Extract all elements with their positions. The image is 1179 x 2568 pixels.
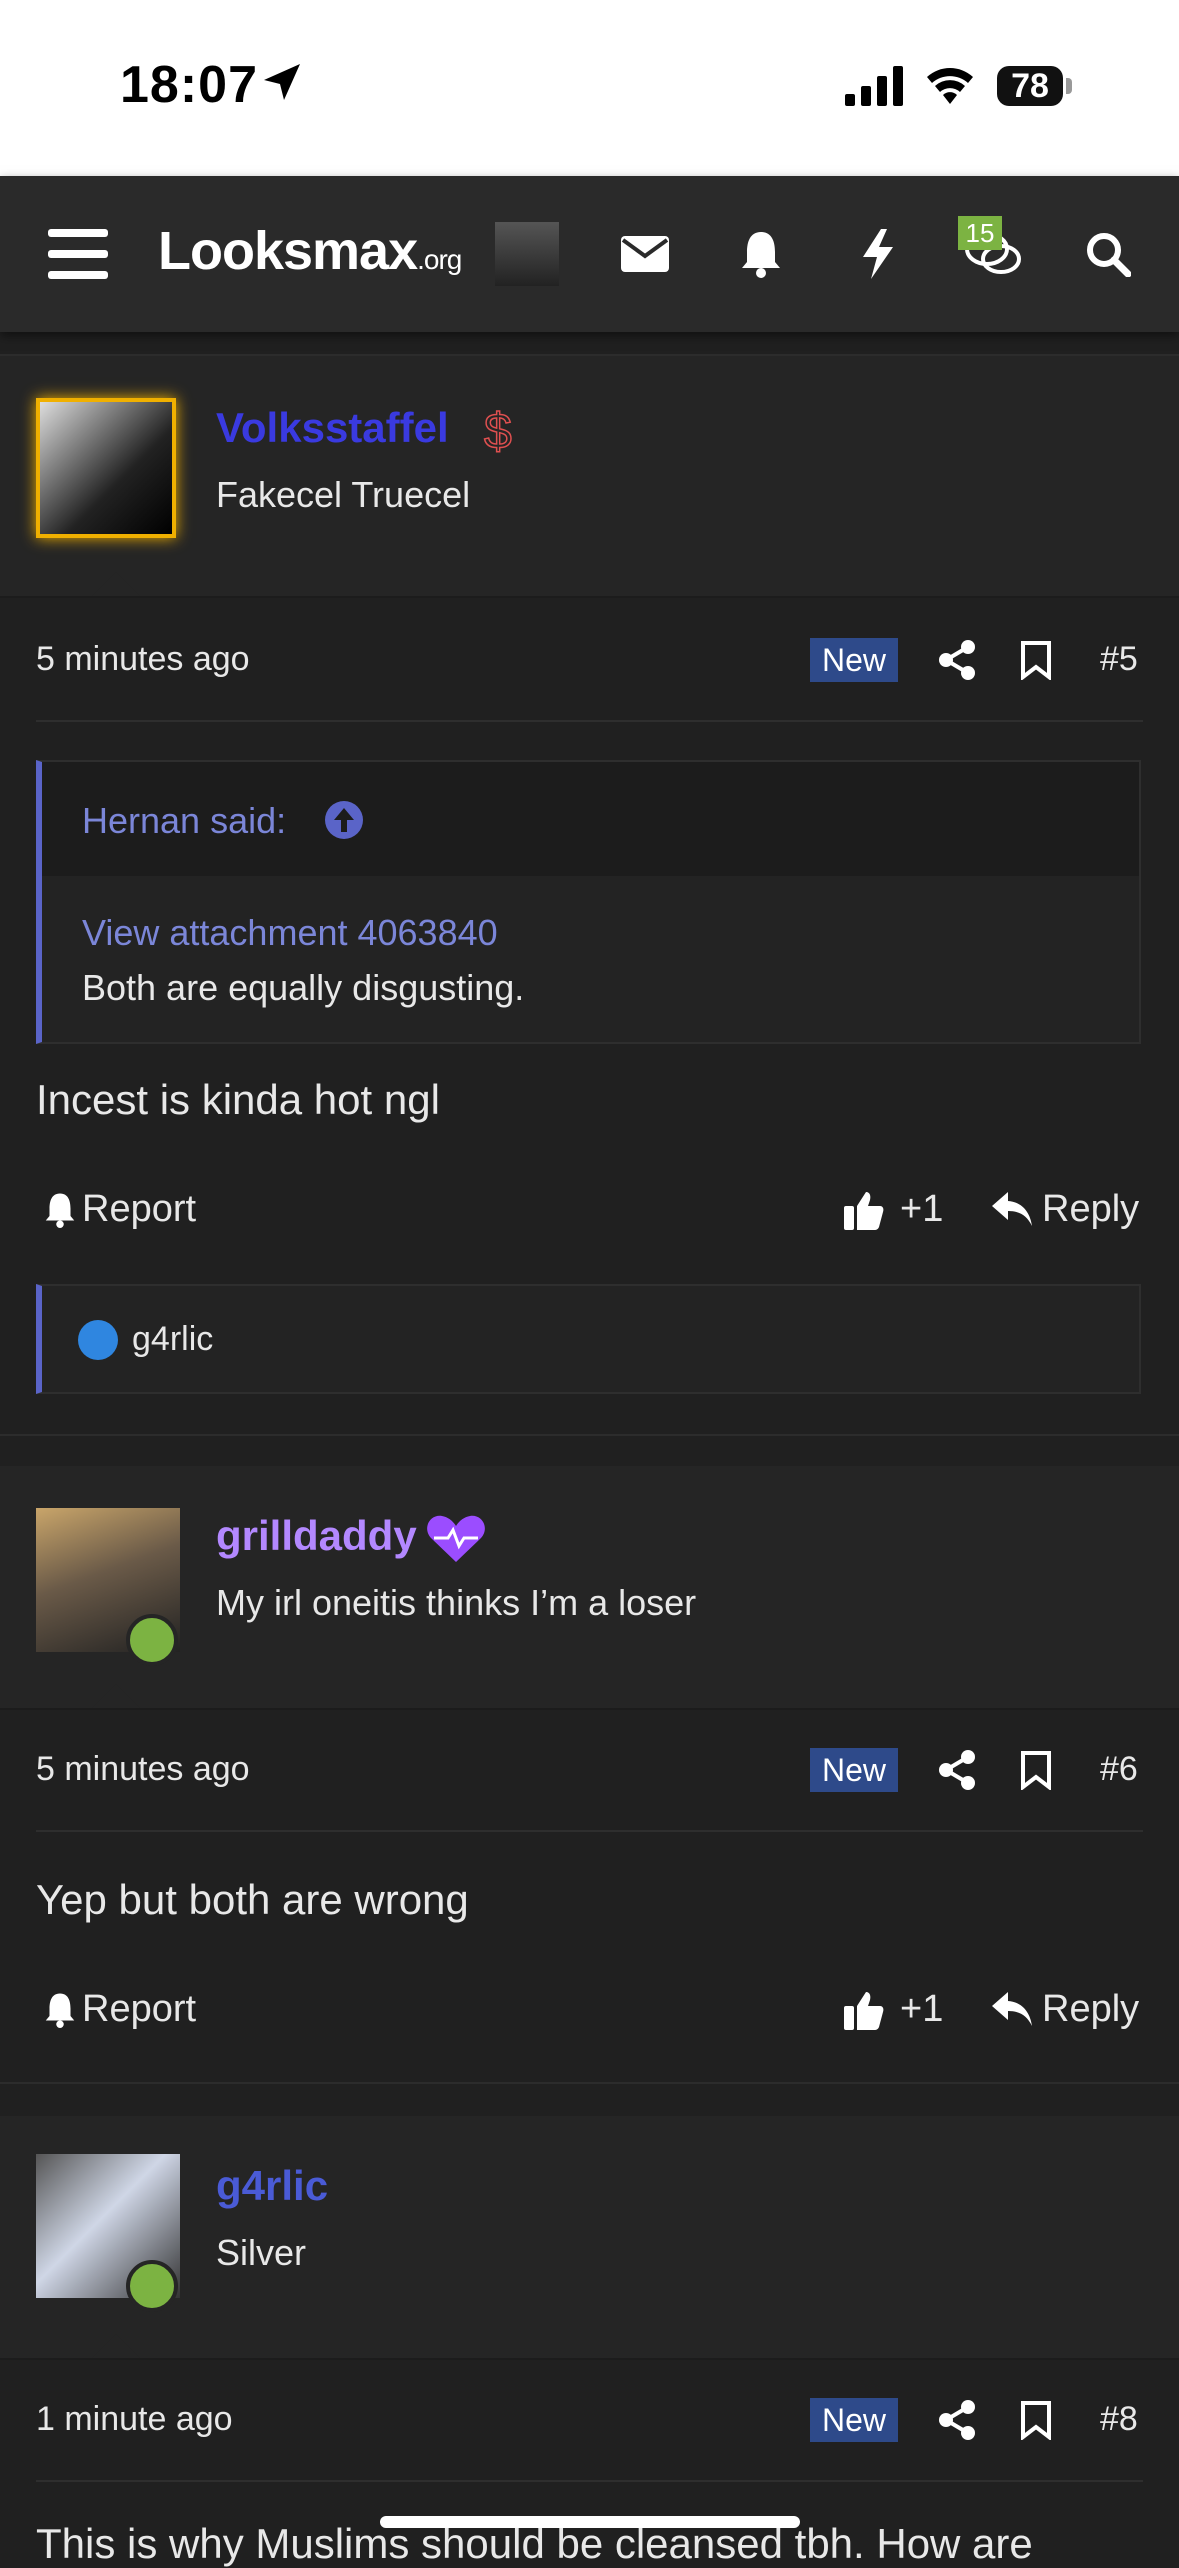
menu-button[interactable]	[30, 176, 126, 332]
meta-separator	[36, 1830, 1143, 1832]
conversations-badge: 15	[958, 216, 1002, 250]
like-label: +1	[900, 1988, 944, 2030]
header-divider	[0, 1708, 1179, 1710]
user-avatar[interactable]	[36, 398, 176, 538]
lightning-icon	[863, 229, 893, 279]
share-icon[interactable]	[938, 1750, 976, 1790]
bookmark-icon[interactable]	[1020, 1750, 1052, 1790]
report-button[interactable]: Report	[44, 1988, 196, 2031]
logo-text: Looksmax	[158, 221, 418, 281]
like-button[interactable]: +1	[844, 1988, 943, 2031]
status-time: 18:07	[120, 56, 258, 114]
report-label: Report	[82, 1188, 197, 1230]
conversations-button[interactable]	[953, 176, 1033, 332]
reaction-user[interactable]: g4rlic	[132, 1320, 213, 1359]
quote-text: Both are equally disgusting.	[82, 967, 525, 1008]
heart-icon	[427, 1515, 485, 1562]
search-button[interactable]	[1073, 176, 1143, 332]
hamburger-icon	[48, 229, 108, 279]
envelope-icon	[621, 236, 669, 272]
post-divider	[0, 1434, 1179, 1436]
attachment-link[interactable]: View attachment 4063840	[82, 912, 498, 954]
bell-icon	[45, 1193, 75, 1228]
header-divider	[0, 2358, 1179, 2360]
cellular-signal-icon	[845, 66, 903, 106]
wifi-icon	[927, 68, 973, 104]
header-pointer	[90, 1684, 142, 1710]
post-body: Incest is kinda hot ngl	[36, 1076, 440, 1123]
user-title: Fakecel Truecel	[216, 474, 471, 515]
quote-block: Hernan said: View attachment 4063840 Bot…	[36, 760, 1141, 1044]
dollar-icon: $	[483, 402, 512, 458]
inbox-button[interactable]	[610, 176, 680, 332]
reply-button[interactable]: Reply	[992, 1988, 1139, 2031]
reply-label: Reply	[1042, 1188, 1140, 1230]
reply-arrow-icon	[992, 1191, 1032, 1226]
top-navbar: Looksmax.org	[0, 176, 1179, 332]
report-label: Report	[82, 1988, 197, 2030]
battery-indicator: 78	[997, 66, 1063, 106]
quote-header: Hernan said:	[42, 762, 1139, 876]
share-icon[interactable]	[938, 640, 976, 680]
alerts-button[interactable]	[726, 176, 796, 332]
bell-icon	[45, 1993, 75, 2028]
username-link[interactable]: Volksstaffel	[216, 404, 449, 452]
report-button[interactable]: Report	[44, 1188, 196, 1231]
new-badge: New	[810, 1748, 898, 1792]
reply-button[interactable]: Reply	[992, 1188, 1139, 1231]
thumbs-up-icon	[844, 1991, 884, 2030]
search-icon	[1087, 233, 1131, 277]
svg-text:$: $	[484, 403, 512, 458]
quote-author[interactable]: Hernan said:	[82, 800, 286, 842]
thumbs-up-icon	[844, 1191, 884, 1230]
post-user-header: Volksstaffel $ Fakecel Truecel	[0, 356, 1179, 596]
user-title: My irl oneitis thinks I’m a loser	[216, 1582, 697, 1623]
post-divider	[0, 2082, 1179, 2084]
logo-suffix: .org	[417, 244, 462, 275]
site-logo[interactable]: Looksmax.org	[158, 220, 462, 282]
online-status-dot	[126, 2260, 178, 2312]
meta-separator	[36, 2480, 1143, 2482]
bookmark-icon[interactable]	[1020, 640, 1052, 680]
battery-cap	[1066, 78, 1072, 94]
post-number[interactable]: #5	[1100, 640, 1138, 679]
post-user-header: g4rlic Silver	[0, 2116, 1179, 2358]
like-button[interactable]: +1	[844, 1188, 943, 1231]
status-bar: 18:07 78	[0, 0, 1179, 176]
post-time[interactable]: 5 minutes ago	[36, 1750, 250, 1789]
meta-separator	[36, 720, 1143, 722]
account-avatar[interactable]	[495, 222, 559, 286]
post-number[interactable]: #8	[1100, 2400, 1138, 2439]
new-badge: New	[810, 2398, 898, 2442]
post-user-header: grilldaddy My irl oneitis thinks I’m a l…	[0, 1466, 1179, 1708]
location-arrow-icon	[264, 64, 300, 100]
online-status-dot	[126, 1614, 178, 1666]
header-divider	[0, 596, 1179, 598]
home-indicator[interactable]	[380, 2516, 800, 2528]
whats-new-button[interactable]	[843, 176, 913, 332]
new-badge: New	[810, 638, 898, 682]
post-number[interactable]: #6	[1100, 1750, 1138, 1789]
like-label: +1	[900, 1188, 944, 1230]
arrow-up-circle-icon[interactable]	[324, 800, 364, 840]
header-pointer	[90, 572, 142, 598]
post-time[interactable]: 5 minutes ago	[36, 640, 250, 679]
like-reaction-icon	[78, 1320, 118, 1360]
username-link[interactable]: grilldaddy	[216, 1512, 417, 1560]
username-link[interactable]: g4rlic	[216, 2162, 328, 2210]
bell-icon	[742, 232, 780, 278]
bookmark-icon[interactable]	[1020, 2400, 1052, 2440]
user-title: Silver	[216, 2232, 307, 2273]
post-time[interactable]: 1 minute ago	[36, 2400, 233, 2439]
reactions-bar[interactable]: g4rlic	[36, 1284, 1141, 1394]
post-body: Yep but both are wrong	[36, 1876, 469, 1923]
header-pointer	[90, 2334, 142, 2360]
reply-arrow-icon	[992, 1991, 1032, 2026]
reply-label: Reply	[1042, 1988, 1140, 2030]
share-icon[interactable]	[938, 2400, 976, 2440]
